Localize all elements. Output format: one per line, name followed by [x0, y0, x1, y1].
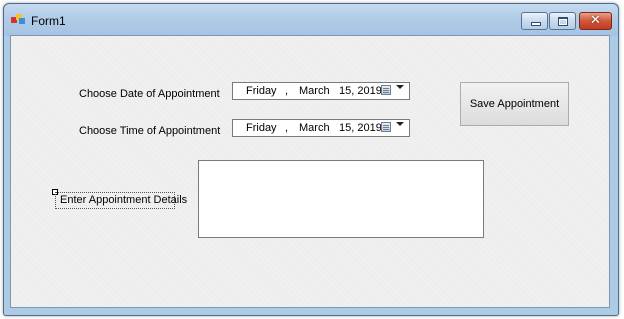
time-picker-day[interactable]: Friday — [246, 122, 277, 134]
time-picker-month[interactable]: March — [299, 122, 330, 134]
minimize-icon — [531, 22, 541, 26]
time-picker[interactable]: Friday , March 15, 2019 — [232, 119, 410, 137]
window-title: Form1 — [31, 14, 66, 28]
calendar-icon[interactable] — [381, 122, 391, 132]
title-bar[interactable]: Form1 ✕ — [4, 4, 618, 36]
appointment-details-input[interactable] — [198, 160, 484, 238]
date-picker[interactable]: Friday , March 15, 2019 — [232, 82, 410, 100]
time-label: Choose Time of Appointment — [79, 125, 221, 137]
date-picker-month[interactable]: March — [299, 85, 330, 97]
close-icon: ✕ — [590, 13, 601, 28]
date-label: Choose Date of Appointment — [79, 88, 220, 100]
chevron-down-icon[interactable] — [396, 85, 404, 89]
chevron-down-icon[interactable] — [396, 122, 404, 126]
details-label: Enter Appointment Details — [55, 192, 187, 209]
maximize-icon — [558, 17, 568, 26]
close-button[interactable]: ✕ — [579, 12, 612, 30]
save-appointment-button[interactable]: Save Appointment — [460, 82, 569, 126]
winforms-app-icon — [11, 14, 25, 24]
date-picker-separator: , — [285, 85, 289, 97]
calendar-icon[interactable] — [381, 85, 391, 95]
minimize-button[interactable] — [521, 12, 548, 30]
date-picker-day[interactable]: Friday — [246, 85, 277, 97]
time-picker-date[interactable]: 15, 2019 — [339, 122, 382, 134]
time-picker-separator: , — [285, 122, 289, 134]
maximize-button[interactable] — [549, 12, 576, 30]
date-picker-date[interactable]: 15, 2019 — [339, 85, 382, 97]
